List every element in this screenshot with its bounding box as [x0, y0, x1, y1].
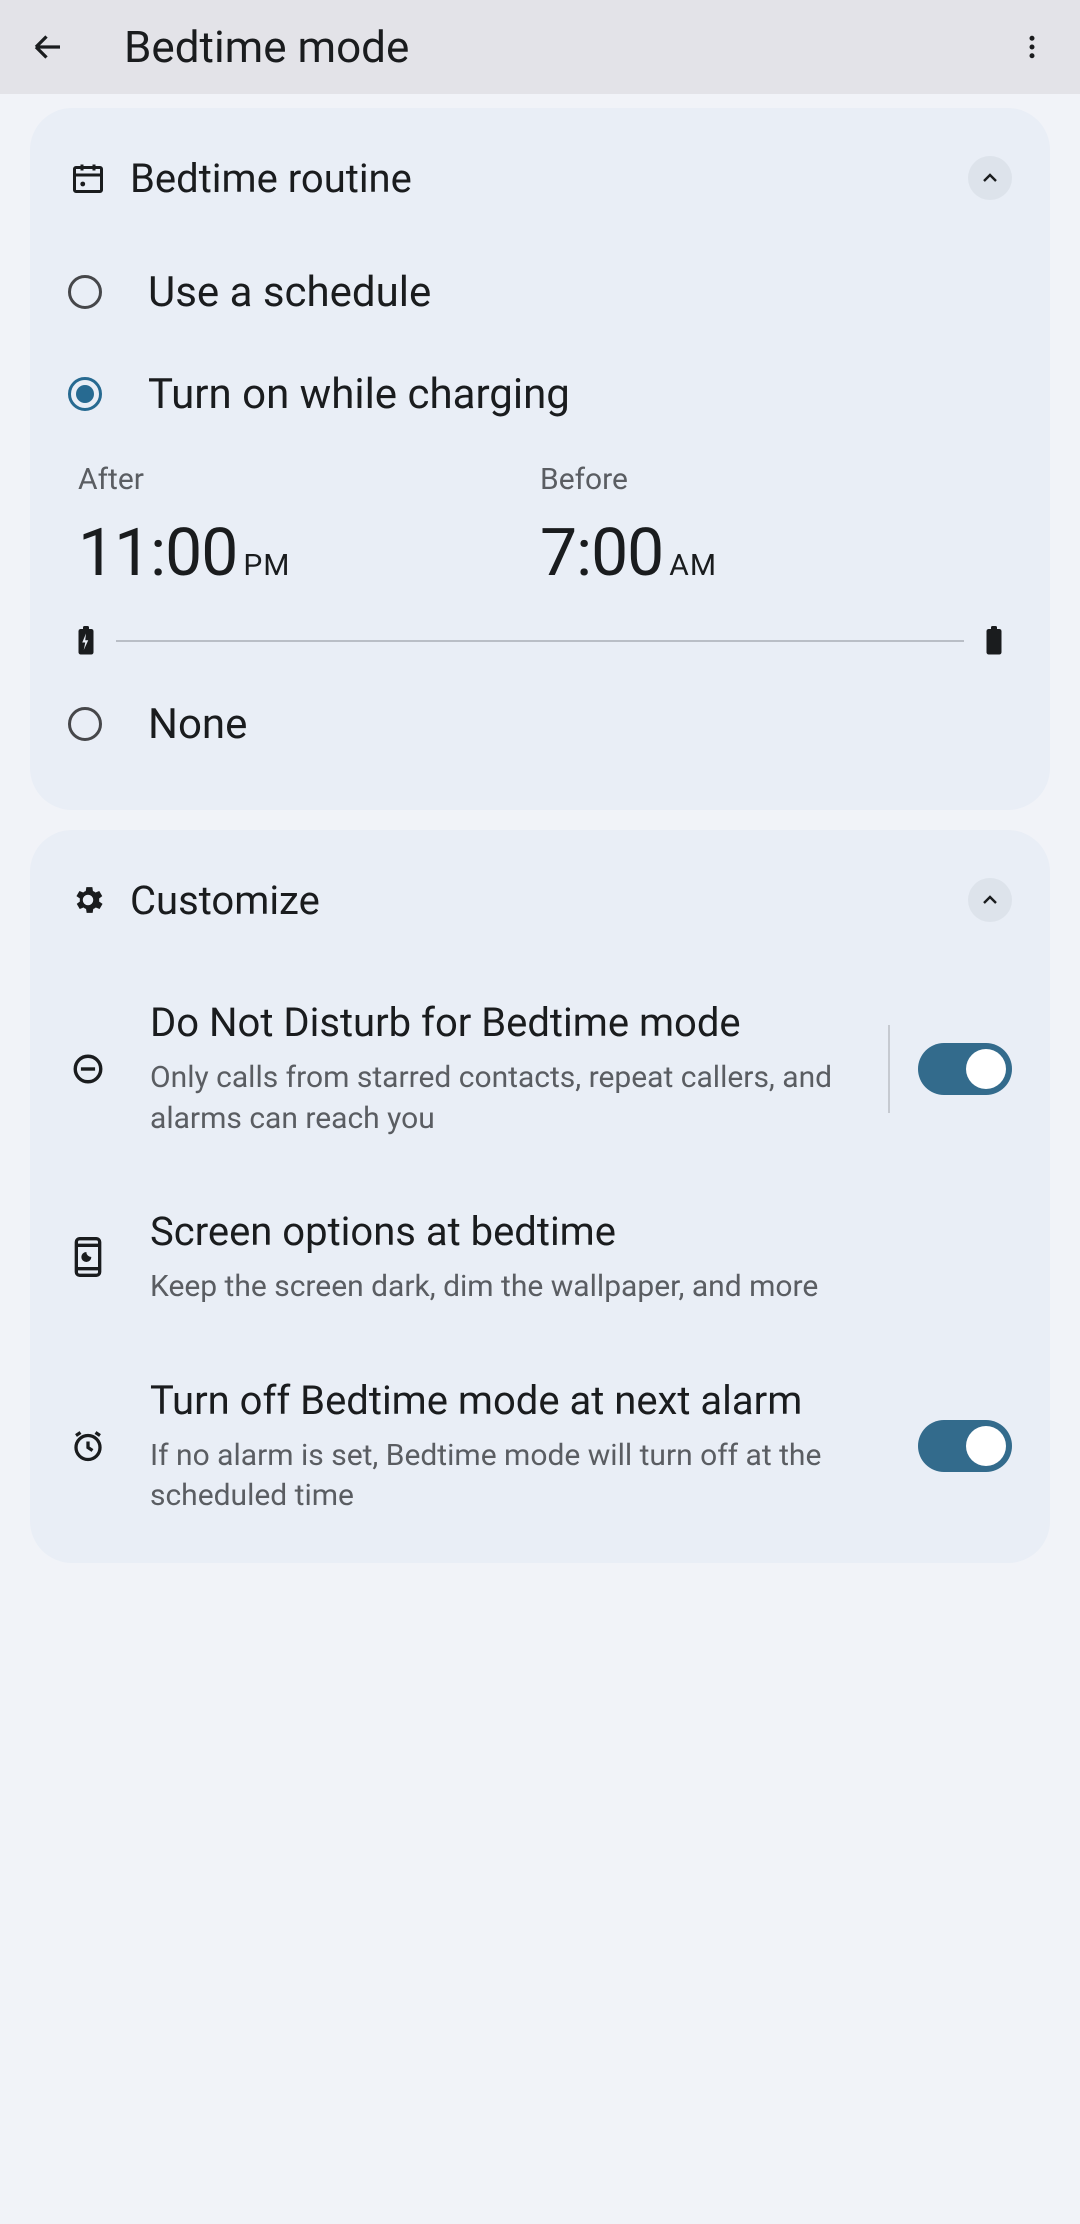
page-title: Bedtime mode [124, 21, 1004, 73]
radio-icon [68, 275, 102, 309]
turn-off-alarm-switch[interactable] [918, 1420, 1012, 1472]
dnd-desc: Only calls from starred contacts, repeat… [150, 1058, 860, 1139]
after-time-ampm: PM [243, 548, 290, 583]
before-time-value: 7:00 [540, 515, 663, 592]
battery-full-icon [984, 626, 1004, 656]
radio-label: Turn on while charging [148, 370, 570, 419]
radio-none[interactable]: None [68, 676, 1012, 772]
radio-label: None [148, 700, 247, 749]
screen-options-row[interactable]: Screen options at bedtime Keep the scree… [68, 1173, 1012, 1342]
content: Bedtime routine Use a schedule Turn on w… [0, 94, 1080, 1563]
more-vert-icon [1017, 32, 1047, 62]
back-button[interactable] [20, 19, 76, 75]
dnd-title: Do Not Disturb for Bedtime mode [150, 998, 860, 1048]
radio-label: Use a schedule [148, 268, 431, 317]
radio-use-schedule[interactable]: Use a schedule [68, 244, 1012, 340]
slider-track[interactable] [116, 640, 964, 642]
dnd-icon [68, 1052, 108, 1086]
arrow-back-icon [30, 29, 66, 65]
calendar-icon [68, 160, 108, 196]
dnd-row[interactable]: Do Not Disturb for Bedtime mode Only cal… [68, 964, 1012, 1173]
before-time-ampm: AM [669, 548, 717, 583]
alarm-clock-icon [68, 1428, 108, 1464]
customize-header[interactable]: Customize [68, 864, 1012, 936]
gear-icon [68, 882, 108, 918]
appbar: Bedtime mode [0, 0, 1080, 94]
turn-off-alarm-title: Turn off Bedtime mode at next alarm [150, 1376, 906, 1426]
collapse-routine-button[interactable] [968, 156, 1012, 200]
collapse-customize-button[interactable] [968, 878, 1012, 922]
bedtime-routine-card: Bedtime routine Use a schedule Turn on w… [30, 108, 1050, 810]
turn-off-alarm-row[interactable]: Turn off Bedtime mode at next alarm If n… [68, 1342, 1012, 1529]
radio-turn-on-while-charging[interactable]: Turn on while charging [68, 346, 1012, 442]
chevron-up-icon [978, 888, 1002, 912]
screen-options-title: Screen options at bedtime [150, 1207, 1000, 1257]
after-label: After [78, 462, 540, 497]
before-time[interactable]: Before 7:00 AM [540, 462, 1002, 592]
chevron-up-icon [978, 166, 1002, 190]
time-range: After 11:00 PM Before 7:00 AM [68, 462, 1012, 592]
after-time[interactable]: After 11:00 PM [78, 462, 540, 592]
phone-screen-icon [68, 1237, 108, 1277]
radio-icon-selected [68, 377, 102, 411]
customize-card: Customize Do Not Disturb for Bedtime mod… [30, 830, 1050, 1563]
bedtime-routine-label: Bedtime routine [130, 155, 968, 202]
divider [888, 1025, 890, 1113]
charging-time-bar [68, 626, 1012, 656]
more-menu-button[interactable] [1004, 19, 1060, 75]
radio-icon [68, 707, 102, 741]
dnd-switch[interactable] [918, 1043, 1012, 1095]
bedtime-routine-header[interactable]: Bedtime routine [68, 142, 1012, 214]
screen-options-desc: Keep the screen dark, dim the wallpaper,… [150, 1267, 1000, 1308]
customize-label: Customize [130, 877, 968, 924]
turn-off-alarm-desc: If no alarm is set, Bedtime mode will tu… [150, 1436, 906, 1517]
after-time-value: 11:00 [78, 515, 237, 592]
before-label: Before [540, 462, 1002, 497]
battery-charging-icon [76, 626, 96, 656]
